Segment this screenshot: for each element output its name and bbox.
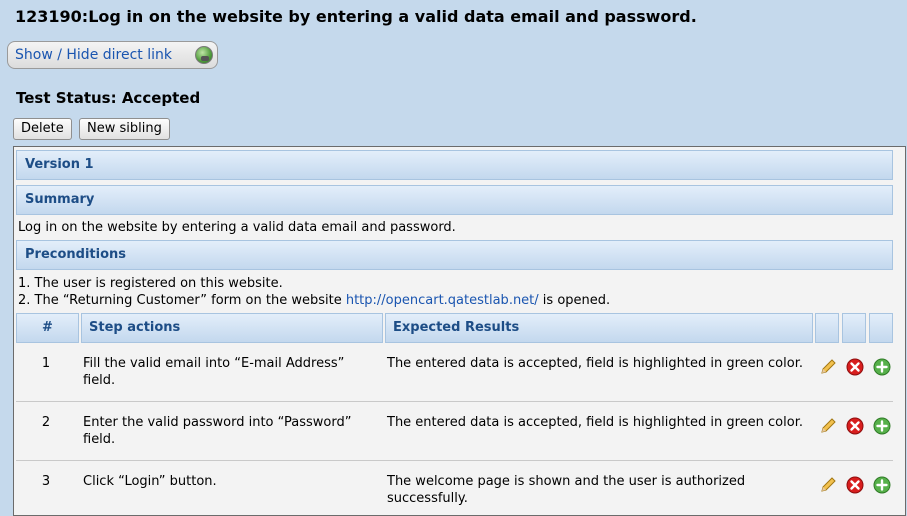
precondition-line-2: 2. The “Returning Customer” form on the …: [18, 293, 611, 308]
table-row: 1 Fill the valid email into “E-mail Addr…: [16, 343, 893, 402]
step-number: 1: [41, 356, 51, 371]
step-expected: The welcome page is shown and the user i…: [387, 474, 746, 506]
step-expected: The entered data is accepted, field is h…: [387, 356, 803, 371]
delete-button[interactable]: Delete: [13, 118, 72, 140]
new-sibling-button[interactable]: New sibling: [79, 118, 170, 140]
step-expected: The entered data is accepted, field is h…: [387, 415, 803, 430]
precondition-line-1: 1. The user is registered on this websit…: [18, 276, 283, 291]
step-action: Click “Login” button.: [83, 474, 217, 489]
table-row: 2 Enter the valid password into “Passwor…: [16, 402, 893, 461]
test-status: Test Status: Accepted: [16, 89, 201, 107]
col-add-header: [869, 313, 893, 343]
add-plus-icon[interactable]: [873, 417, 891, 435]
delete-x-icon[interactable]: [846, 358, 864, 376]
pencil-edit-icon[interactable]: [819, 476, 837, 494]
col-num-header: #: [16, 313, 79, 343]
version-header[interactable]: Version 1: [16, 150, 893, 180]
add-plus-icon[interactable]: [873, 358, 891, 376]
pencil-edit-icon[interactable]: [819, 358, 837, 376]
summary-text: Log in on the website by entering a vali…: [18, 220, 456, 235]
step-number: 2: [41, 415, 51, 430]
col-actions-header: Step actions: [81, 313, 383, 343]
add-plus-icon[interactable]: [873, 476, 891, 494]
show-hide-direct-link-button[interactable]: Show / Hide direct link: [7, 41, 218, 69]
table-row: 3 Click “Login” button. The welcome page…: [16, 461, 893, 515]
preconditions-header: Preconditions: [16, 240, 893, 270]
delete-x-icon[interactable]: [846, 417, 864, 435]
globe-link-icon: [195, 46, 213, 64]
step-action: Fill the valid email into “E-mail Addres…: [83, 356, 345, 388]
step-action: Enter the valid password into “Password”…: [83, 415, 352, 447]
opencart-link[interactable]: http://opencart.qatestlab.net/: [346, 293, 539, 308]
col-expected-header: Expected Results: [385, 313, 813, 343]
test-case-panel: Version 1 Summary Log in on the website …: [13, 146, 906, 516]
direct-link-label: Show / Hide direct link: [15, 47, 172, 63]
col-delete-header: [842, 313, 866, 343]
page-title: 123190:Log in on the website by entering…: [15, 7, 697, 26]
col-edit-header: [815, 313, 839, 343]
summary-header: Summary: [16, 185, 893, 215]
delete-x-icon[interactable]: [846, 476, 864, 494]
step-number: 3: [41, 474, 51, 489]
pencil-edit-icon[interactable]: [819, 417, 837, 435]
